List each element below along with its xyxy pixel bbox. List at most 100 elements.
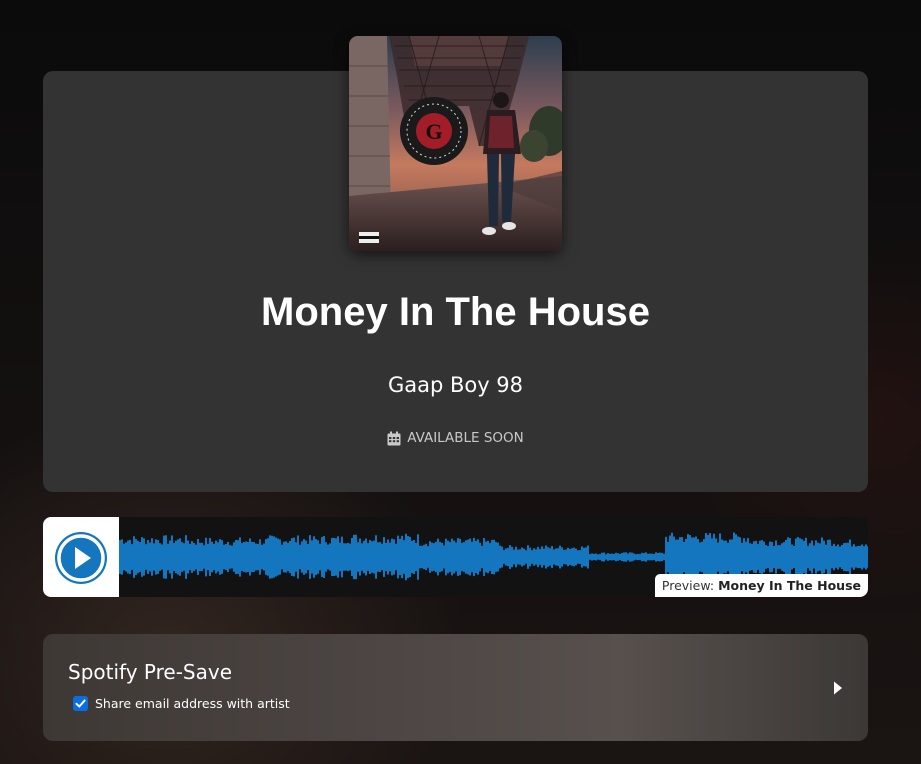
waveform-bar bbox=[681, 537, 683, 577]
waveform-bar bbox=[385, 542, 387, 572]
waveform-bar bbox=[227, 541, 229, 573]
waveform-bar bbox=[585, 547, 587, 567]
waveform-bar bbox=[447, 540, 449, 574]
waveform-bar bbox=[695, 536, 697, 578]
waveform-bar bbox=[175, 540, 177, 574]
waveform-bar bbox=[401, 535, 403, 579]
waveform-bar bbox=[557, 548, 559, 566]
waveform-bar bbox=[863, 546, 865, 568]
waveform-bar bbox=[321, 537, 323, 577]
waveform-bar bbox=[337, 536, 339, 578]
waveform-bar bbox=[501, 546, 503, 568]
waveform-bar bbox=[571, 548, 573, 566]
waveform-bar bbox=[817, 542, 819, 572]
waveform-bar bbox=[519, 549, 521, 565]
waveform-bar bbox=[757, 544, 759, 570]
waveform-bar bbox=[669, 535, 671, 579]
spotify-presave-button[interactable]: Spotify Pre-Save Share email address wit… bbox=[43, 634, 868, 741]
preview-prefix: Preview: bbox=[661, 578, 715, 593]
waveform-bar bbox=[185, 535, 187, 579]
waveform-bar bbox=[471, 541, 473, 573]
album-cover: G bbox=[349, 36, 562, 251]
waveform-bar bbox=[441, 542, 443, 572]
waveform-bar bbox=[319, 543, 321, 571]
waveform-bar bbox=[703, 539, 705, 575]
waveform-bar bbox=[281, 544, 283, 570]
waveform-bar bbox=[297, 535, 299, 579]
waveform-bar bbox=[727, 542, 729, 572]
waveform-bar bbox=[639, 554, 641, 560]
waveform-bar bbox=[799, 538, 801, 576]
waveform-bar bbox=[155, 539, 157, 575]
waveform-bar bbox=[793, 545, 795, 569]
waveform-bar bbox=[287, 542, 289, 572]
waveform-bar bbox=[323, 536, 325, 578]
waveform-bar bbox=[697, 539, 699, 575]
waveform-bar bbox=[349, 543, 351, 571]
waveform-bar bbox=[121, 539, 123, 575]
availability-label: AVAILABLE SOON bbox=[407, 430, 524, 446]
share-email-option[interactable]: Share email address with artist bbox=[73, 696, 290, 711]
waveform-bar bbox=[629, 552, 631, 562]
waveform-bar bbox=[381, 543, 383, 571]
waveform-bar bbox=[867, 546, 868, 568]
waveform-bar bbox=[811, 540, 813, 574]
waveform-bar bbox=[449, 542, 451, 572]
waveform-bar bbox=[779, 545, 781, 569]
waveform-bar bbox=[755, 540, 757, 574]
waveform-bar bbox=[189, 543, 191, 571]
waveform-bar bbox=[767, 545, 769, 569]
waveform-bar bbox=[485, 541, 487, 573]
waveform-bar bbox=[171, 535, 173, 579]
waveform-bar bbox=[141, 537, 143, 577]
play-button[interactable] bbox=[55, 532, 107, 584]
waveform-bar bbox=[125, 542, 127, 572]
waveform-bar bbox=[415, 542, 417, 572]
waveform-bar bbox=[723, 540, 725, 574]
waveform-bar bbox=[587, 545, 589, 569]
waveform-bar bbox=[181, 542, 183, 572]
waveform-bar bbox=[455, 542, 457, 572]
waveform-bar bbox=[787, 537, 789, 577]
waveform-bar bbox=[801, 539, 803, 575]
waveform-bar bbox=[605, 554, 607, 560]
waveform-bar bbox=[797, 537, 799, 577]
waveform-bar bbox=[613, 553, 615, 561]
waveform-bar bbox=[469, 538, 471, 576]
waveform-bar bbox=[625, 552, 627, 562]
waveform-bar bbox=[215, 540, 217, 574]
waveform-bar bbox=[855, 546, 857, 568]
waveform-bar bbox=[267, 538, 269, 576]
waveform-bar bbox=[803, 540, 805, 574]
waveform-bar bbox=[569, 549, 571, 565]
waveform-bar bbox=[285, 541, 287, 573]
waveform-bar bbox=[691, 537, 693, 577]
waveform-bar bbox=[207, 543, 209, 571]
waveform-bar bbox=[239, 537, 241, 577]
waveform-bar bbox=[599, 554, 601, 560]
waveform-bar bbox=[687, 534, 689, 580]
waveform-bar bbox=[853, 544, 855, 570]
waveform-bar bbox=[499, 545, 501, 569]
waveform-bar bbox=[431, 542, 433, 572]
waveform-bar bbox=[133, 536, 135, 578]
play-button-container bbox=[43, 517, 119, 597]
waveform-bar bbox=[231, 545, 233, 569]
waveform-bar bbox=[439, 541, 441, 573]
caret-right-icon bbox=[834, 681, 842, 695]
waveform-bar bbox=[545, 545, 547, 569]
waveform-bar bbox=[609, 553, 611, 561]
waveform-bar bbox=[419, 545, 421, 569]
waveform-bar bbox=[223, 544, 225, 570]
waveform-bar bbox=[865, 544, 867, 570]
share-email-checkbox[interactable] bbox=[73, 696, 88, 711]
waveform-bar bbox=[741, 542, 743, 572]
waveform-bar bbox=[539, 549, 541, 565]
waveform-bar bbox=[595, 553, 597, 561]
waveform-bar bbox=[693, 537, 695, 577]
waveform-bar bbox=[235, 539, 237, 575]
waveform-bar bbox=[747, 537, 749, 577]
waveform-bar bbox=[357, 542, 359, 572]
waveform-bar bbox=[761, 540, 763, 574]
waveform-bar bbox=[851, 546, 853, 568]
